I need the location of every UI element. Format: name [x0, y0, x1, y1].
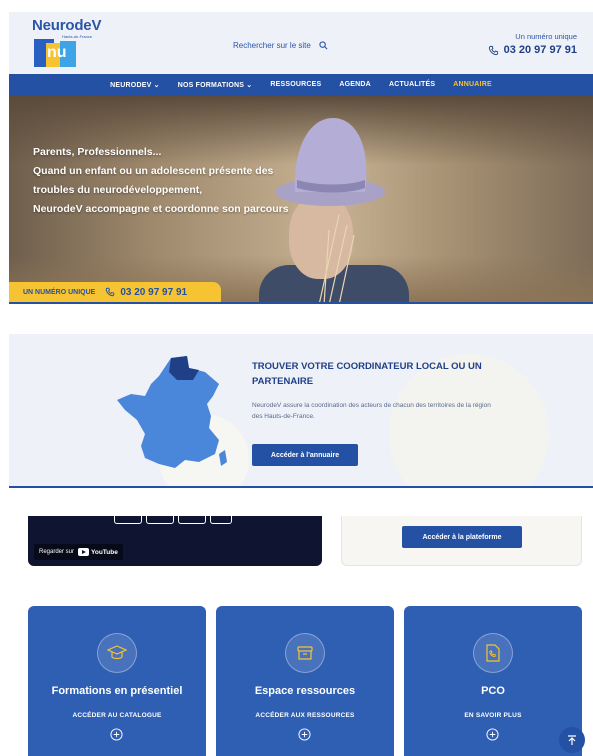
phone-icon — [106, 287, 115, 297]
card-ressources[interactable]: Espace ressources ACCÉDER AUX RESSOURCES — [216, 606, 394, 756]
chevron-down-icon: ⌄ — [246, 81, 253, 89]
scroll-to-top-button[interactable] — [559, 727, 585, 753]
nav-item-annuaire[interactable]: ANNUAIRE — [444, 81, 501, 88]
logo-mark-icon: nu — [34, 39, 78, 69]
nav-item-ressources[interactable]: RESSOURCES — [261, 81, 330, 88]
card-title: PCO — [481, 685, 505, 697]
phone-document-icon — [473, 633, 513, 673]
card-formations[interactable]: Formations en présentiel ACCÉDER AU CATA… — [28, 606, 206, 756]
coordinator-section: TROUVER VOTRE COORDINATEUR LOCAL OU UN P… — [9, 334, 593, 486]
logo-mark-letters: nu — [47, 44, 67, 61]
watch-on-label: Regarder sur — [39, 549, 75, 555]
annuaire-button[interactable]: Accéder à l'annuaire — [252, 444, 358, 466]
hero-banner: Parents, Professionnels... Quand un enfa… — [9, 95, 593, 302]
platform-button[interactable]: Accéder à la plateforme — [402, 526, 522, 548]
youtube-video-embed[interactable]: Regarder sur YouTube — [28, 516, 322, 566]
graduation-cap-icon — [97, 633, 137, 673]
logo-wordmark: NeurodeV — [32, 17, 102, 34]
card-pco[interactable]: PCO EN SAVOIR PLUS — [404, 606, 582, 756]
platform-card: Accéder à la plateforme — [341, 516, 582, 566]
site-header: NeurodeV Hauts-de-France nu Rechercher s… — [9, 12, 593, 74]
phone-icon — [488, 45, 498, 55]
card-title: Formations en présentiel — [51, 685, 183, 697]
hero-grass-stalk — [319, 215, 355, 302]
hero-line-2: Quand un enfant ou un adolescent présent… — [33, 165, 274, 196]
plus-circle-icon[interactable] — [486, 728, 499, 741]
card-cta[interactable]: EN SAVOIR PLUS — [404, 712, 582, 719]
card-cta[interactable]: ACCÉDER AU CATALOGUE — [28, 712, 206, 719]
nav-item-neurodev[interactable]: NEURODEV ⌄ — [101, 81, 169, 89]
search-icon[interactable] — [319, 40, 328, 50]
chevron-down-icon: ⌄ — [153, 81, 160, 89]
card-title: Espace ressources — [254, 685, 356, 697]
main-nav: NEURODEV ⌄ NOS FORMATIONS ⌄ RESSOURCES A… — [9, 74, 593, 95]
section-divider — [9, 302, 593, 304]
video-thumbnail-shapes — [114, 516, 234, 526]
hero-phone-label: UN NUMÉRO UNIQUE — [23, 288, 96, 296]
hero-phone-number: 03 20 97 97 91 — [120, 286, 188, 298]
header-phone[interactable]: Un numéro unique 03 20 97 97 91 — [488, 32, 577, 56]
card-cta[interactable]: ACCÉDER AUX RESSOURCES — [216, 712, 394, 719]
arrow-up-icon — [568, 735, 576, 745]
hero-headline: Parents, Professionnels... Quand un enfa… — [33, 143, 293, 219]
hero-line-3: NeurodeV accompagne et coordonne son par… — [33, 203, 289, 215]
search-field[interactable]: Rechercher sur le site — [233, 36, 333, 54]
search-label: Rechercher sur le site — [233, 40, 311, 50]
nav-item-actualites[interactable]: ACTUALITÉS — [380, 81, 444, 88]
section-divider — [9, 486, 593, 488]
header-phone-label: Un numéro unique — [515, 32, 577, 41]
nav-item-formations[interactable]: NOS FORMATIONS ⌄ — [169, 81, 262, 89]
france-map-icon — [117, 356, 227, 468]
youtube-logo-icon: YouTube — [78, 548, 118, 556]
site-logo[interactable]: NeurodeV Hauts-de-France nu — [32, 17, 102, 69]
plus-circle-icon[interactable] — [110, 728, 123, 741]
nav-item-agenda[interactable]: AGENDA — [330, 81, 380, 88]
hero-phone-banner[interactable]: UN NUMÉRO UNIQUE 03 20 97 97 91 — [9, 282, 221, 302]
coordinator-title: TROUVER VOTRE COORDINATEUR LOCAL OU UN P… — [252, 361, 482, 387]
plus-circle-icon[interactable] — [298, 728, 311, 741]
hero-line-1: Parents, Professionnels... — [33, 146, 162, 158]
archive-box-icon — [285, 633, 325, 673]
coordinator-description: NeurodeV assure la coordination des acte… — [252, 402, 491, 420]
header-phone-number: 03 20 97 97 91 — [503, 44, 577, 56]
watch-on-youtube-button[interactable]: Regarder sur YouTube — [34, 544, 123, 560]
